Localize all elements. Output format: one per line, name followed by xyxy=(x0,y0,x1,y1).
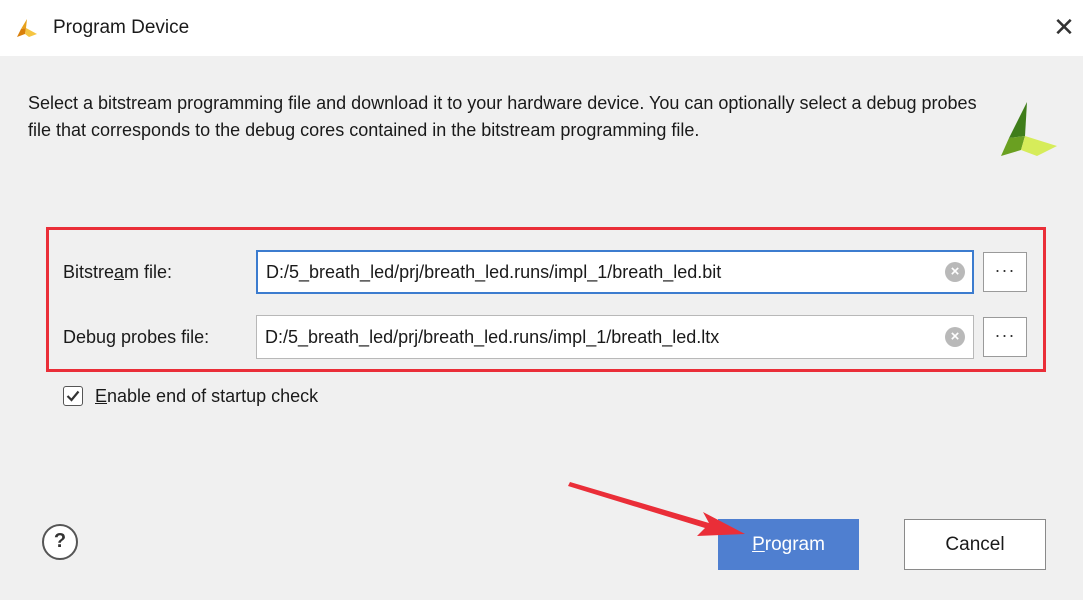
browse-debug-button[interactable]: ··· xyxy=(983,317,1027,357)
cancel-button[interactable]: Cancel xyxy=(904,519,1046,570)
browse-bitstream-button[interactable]: ··· xyxy=(983,252,1027,292)
help-button[interactable]: ? xyxy=(42,524,78,560)
bitstream-file-value: D:/5_breath_led/prj/breath_led.runs/impl… xyxy=(266,261,722,282)
close-button[interactable]: ✕ xyxy=(1050,14,1078,42)
clear-bitstream-icon[interactable]: × xyxy=(945,262,965,282)
startup-check-checkbox[interactable] xyxy=(63,386,83,406)
clear-debug-icon[interactable]: × xyxy=(945,327,965,347)
program-button[interactable]: Program xyxy=(718,519,859,570)
bitstream-file-input[interactable]: D:/5_breath_led/prj/breath_led.runs/impl… xyxy=(256,250,974,294)
window-title: Program Device xyxy=(53,17,190,38)
debug-probes-file-input[interactable]: D:/5_breath_led/prj/breath_led.runs/impl… xyxy=(256,315,974,359)
debug-probes-file-value: D:/5_breath_led/prj/breath_led.runs/impl… xyxy=(265,326,720,347)
title-bar: Program Device ✕ xyxy=(0,0,1083,56)
brand-logo-icon xyxy=(1001,102,1057,156)
debug-probes-file-label: Debug probes file: xyxy=(63,327,210,347)
bitstream-file-label: Bitstream file: xyxy=(63,262,173,282)
app-logo-icon xyxy=(17,19,37,37)
startup-check-row: Enable end of startup check xyxy=(63,384,318,408)
startup-check-label[interactable]: Enable end of startup check xyxy=(95,386,318,407)
check-icon xyxy=(66,390,80,402)
dialog-description: Select a bitstream programming file and … xyxy=(28,93,977,140)
